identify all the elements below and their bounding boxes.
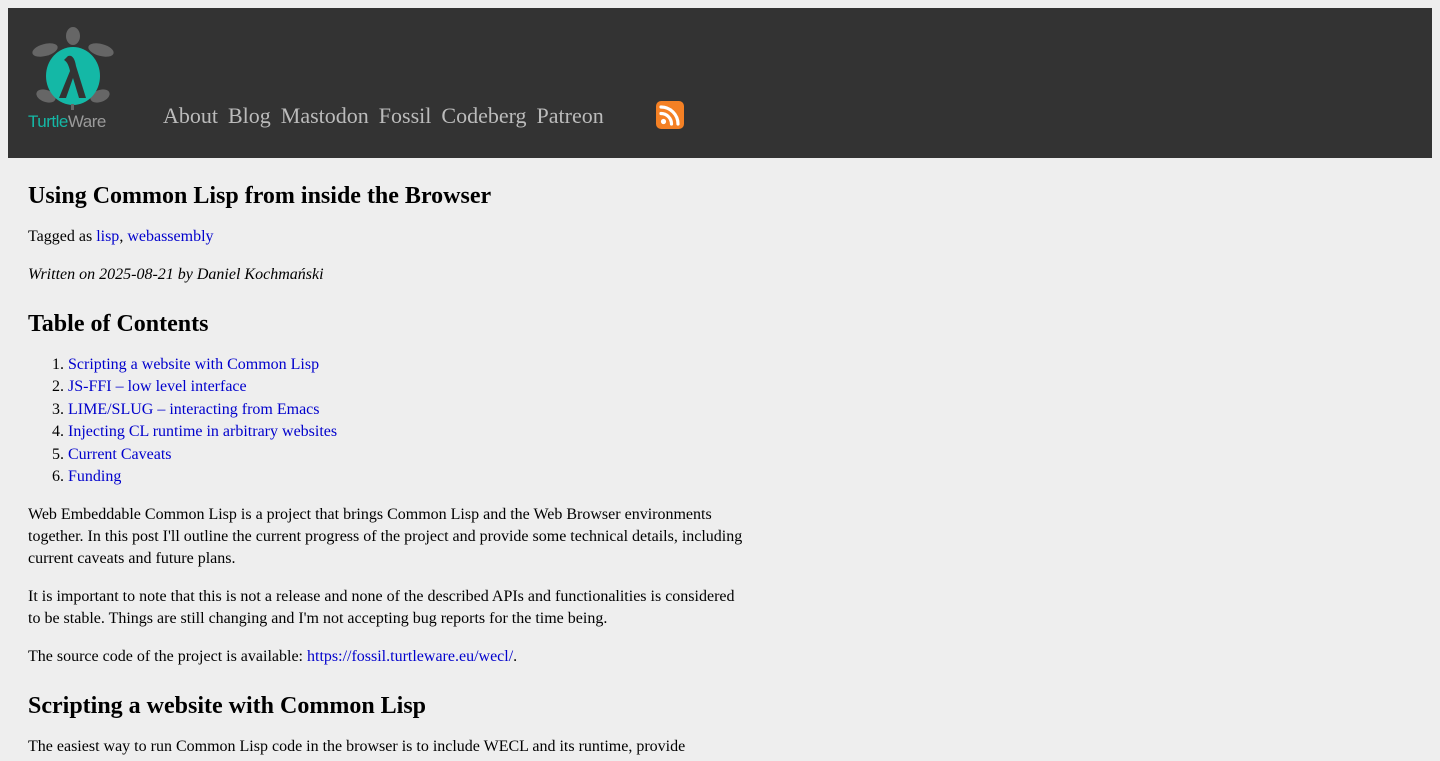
logo-text: TurtleWare xyxy=(28,112,106,131)
toc-link-scripting[interactable]: Scripting a website with Common Lisp xyxy=(68,356,319,373)
toc-item: LIME/SLUG – interacting from Emacs xyxy=(68,399,748,421)
toc-heading: Table of Contents xyxy=(28,311,209,337)
turtle-logo-icon xyxy=(32,27,114,110)
nav-codeberg[interactable]: Codeberg xyxy=(441,103,526,129)
byline: Written on 2025-08-21 by Daniel Kochmańs… xyxy=(28,264,748,286)
tag-lisp[interactable]: lisp xyxy=(96,228,119,245)
nav-blog[interactable]: Blog xyxy=(228,103,271,129)
intro-paragraph: Web Embeddable Common Lisp is a project … xyxy=(28,506,743,568)
main-nav: About Blog Mastodon Fossil Codeberg Patr… xyxy=(163,103,614,129)
toc-item: Injecting CL runtime in arbitrary websit… xyxy=(68,421,748,443)
rss-feed-icon[interactable] xyxy=(656,101,684,129)
source-suffix: . xyxy=(513,648,518,666)
toc-item: Funding xyxy=(68,466,748,488)
toc-link-funding[interactable]: Funding xyxy=(68,468,121,485)
disclaimer-paragraph: It is important to note that this is not… xyxy=(28,588,735,628)
nav-patreon[interactable]: Patreon xyxy=(537,103,604,129)
toc-item: Scripting a website with Common Lisp xyxy=(68,354,748,376)
article: Using Common Lisp from inside the Browse… xyxy=(28,158,748,761)
turtleware-logo[interactable]: TurtleWare xyxy=(28,26,122,136)
scripting-paragraph: The easiest way to run Common Lisp code … xyxy=(28,738,686,756)
source-prefix: The source code of the project is availa… xyxy=(28,648,307,666)
toc-item: Current Caveats xyxy=(68,444,748,466)
toc-item: JS-FFI – low level interface xyxy=(68,376,748,398)
written-on: Written on 2025-08-21 by Daniel Kochmańs… xyxy=(28,266,324,283)
site-header: TurtleWare About Blog Mastodon Fossil Co… xyxy=(8,8,1432,158)
toc-link-injecting[interactable]: Injecting CL runtime in arbitrary websit… xyxy=(68,423,337,440)
tagged-prefix: Tagged as xyxy=(28,228,97,245)
toc-link-lime-slug[interactable]: LIME/SLUG – interacting from Emacs xyxy=(68,401,320,418)
article-title: Using Common Lisp from inside the Browse… xyxy=(28,183,492,209)
section-heading-scripting: Scripting a website with Common Lisp xyxy=(28,693,427,720)
toc-link-caveats[interactable]: Current Caveats xyxy=(68,446,172,463)
page: TurtleWare About Blog Mastodon Fossil Co… xyxy=(0,0,1440,761)
nav-about[interactable]: About xyxy=(163,103,218,129)
toc-link-js-ffi[interactable]: JS-FFI – low level interface xyxy=(68,378,247,395)
source-link[interactable]: https://fossil.turtleware.eu/wecl/ xyxy=(307,648,513,665)
nav-mastodon[interactable]: Mastodon xyxy=(281,103,369,129)
toc-list: Scripting a website with Common Lisp JS-… xyxy=(28,354,748,488)
nav-fossil[interactable]: Fossil xyxy=(379,103,432,129)
tags-line: Tagged as lisp, webassembly xyxy=(28,226,748,248)
source-paragraph: The source code of the project is availa… xyxy=(28,646,748,668)
tag-webassembly[interactable]: webassembly xyxy=(127,228,213,245)
